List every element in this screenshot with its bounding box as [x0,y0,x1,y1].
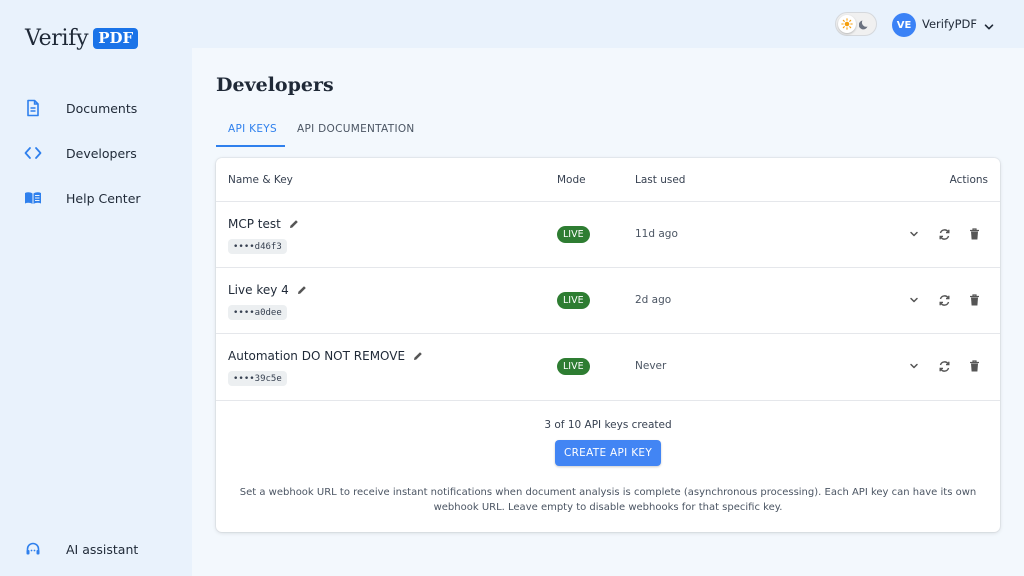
sidebar-item-documents[interactable]: Documents [24,96,137,120]
key-name: MCP test [228,217,299,231]
key-name-text: MCP test [228,217,281,231]
mode-badge: LIVE [557,358,590,375]
delete-icon[interactable] [965,357,983,375]
sidebar: Verify PDF Documents Developers Help Cen… [0,0,192,576]
theme-toggle[interactable] [835,12,877,36]
brand-logo[interactable]: Verify PDF [25,26,139,51]
divider [216,333,1000,334]
key-chip: ••••d46f3 [228,239,287,254]
page-title: Developers [216,74,334,96]
tab-api-documentation[interactable]: API DOCUMENTATION [297,123,415,135]
key-name-text: Live key 4 [228,283,289,297]
edit-icon[interactable] [297,285,307,295]
last-used: Never [635,360,667,372]
mode-badge: LIVE [557,292,590,309]
sidebar-item-label: Help Center [66,190,141,206]
sidebar-item-help-center[interactable]: Help Center [24,186,141,210]
book-icon [24,189,42,207]
last-used: 2d ago [635,294,672,306]
sidebar-item-label: AI assistant [66,541,139,557]
api-keys-card: Name & Key Mode Last used Actions MCP te… [216,158,1000,532]
delete-icon[interactable] [965,225,983,243]
tab-api-keys[interactable]: API KEYS [228,123,277,135]
chevron-down-icon[interactable] [984,17,994,36]
key-chip: ••••a0dee [228,305,287,320]
headset-icon [24,540,42,558]
last-used: 11d ago [635,228,678,240]
column-header-mode: Mode [557,174,586,186]
edit-icon[interactable] [413,351,423,361]
key-name-text: Automation DO NOT REMOVE [228,349,406,363]
column-header-last-used: Last used [635,174,686,186]
key-chip: ••••39c5e [228,371,287,386]
regenerate-icon[interactable] [935,357,953,375]
divider [216,267,1000,268]
sidebar-item-label: Developers [66,145,137,161]
document-icon [24,99,42,117]
active-tab-indicator [216,145,285,147]
moon-icon [859,19,870,30]
regenerate-icon[interactable] [935,291,953,309]
column-header-name: Name & Key [228,174,293,186]
webhook-note: Set a webhook URL to receive instant not… [239,487,977,513]
sidebar-item-label: Documents [66,100,138,116]
key-name: Live key 4 [228,283,307,297]
column-header-actions: Actions [949,174,988,186]
key-count: 3 of 10 API keys created [544,419,672,431]
avatar[interactable]: VE [892,13,916,37]
key-name: Automation DO NOT REMOVE [228,349,423,363]
user-name[interactable]: VerifyPDF [922,17,977,31]
divider [216,400,1000,401]
sun-icon [838,15,856,33]
delete-icon[interactable] [965,291,983,309]
expand-icon[interactable] [905,291,923,309]
mode-badge: LIVE [557,226,590,243]
brand-badge: PDF [93,28,139,49]
edit-icon[interactable] [289,219,299,229]
divider [216,201,1000,202]
sidebar-item-developers[interactable]: Developers [24,141,137,165]
expand-icon[interactable] [905,225,923,243]
expand-icon[interactable] [905,357,923,375]
code-icon [24,144,42,162]
brand-name: Verify [25,26,89,51]
sidebar-item-ai-assistant[interactable]: AI assistant [24,537,138,561]
regenerate-icon[interactable] [935,225,953,243]
create-api-key-button[interactable]: CREATE API KEY [555,440,661,466]
